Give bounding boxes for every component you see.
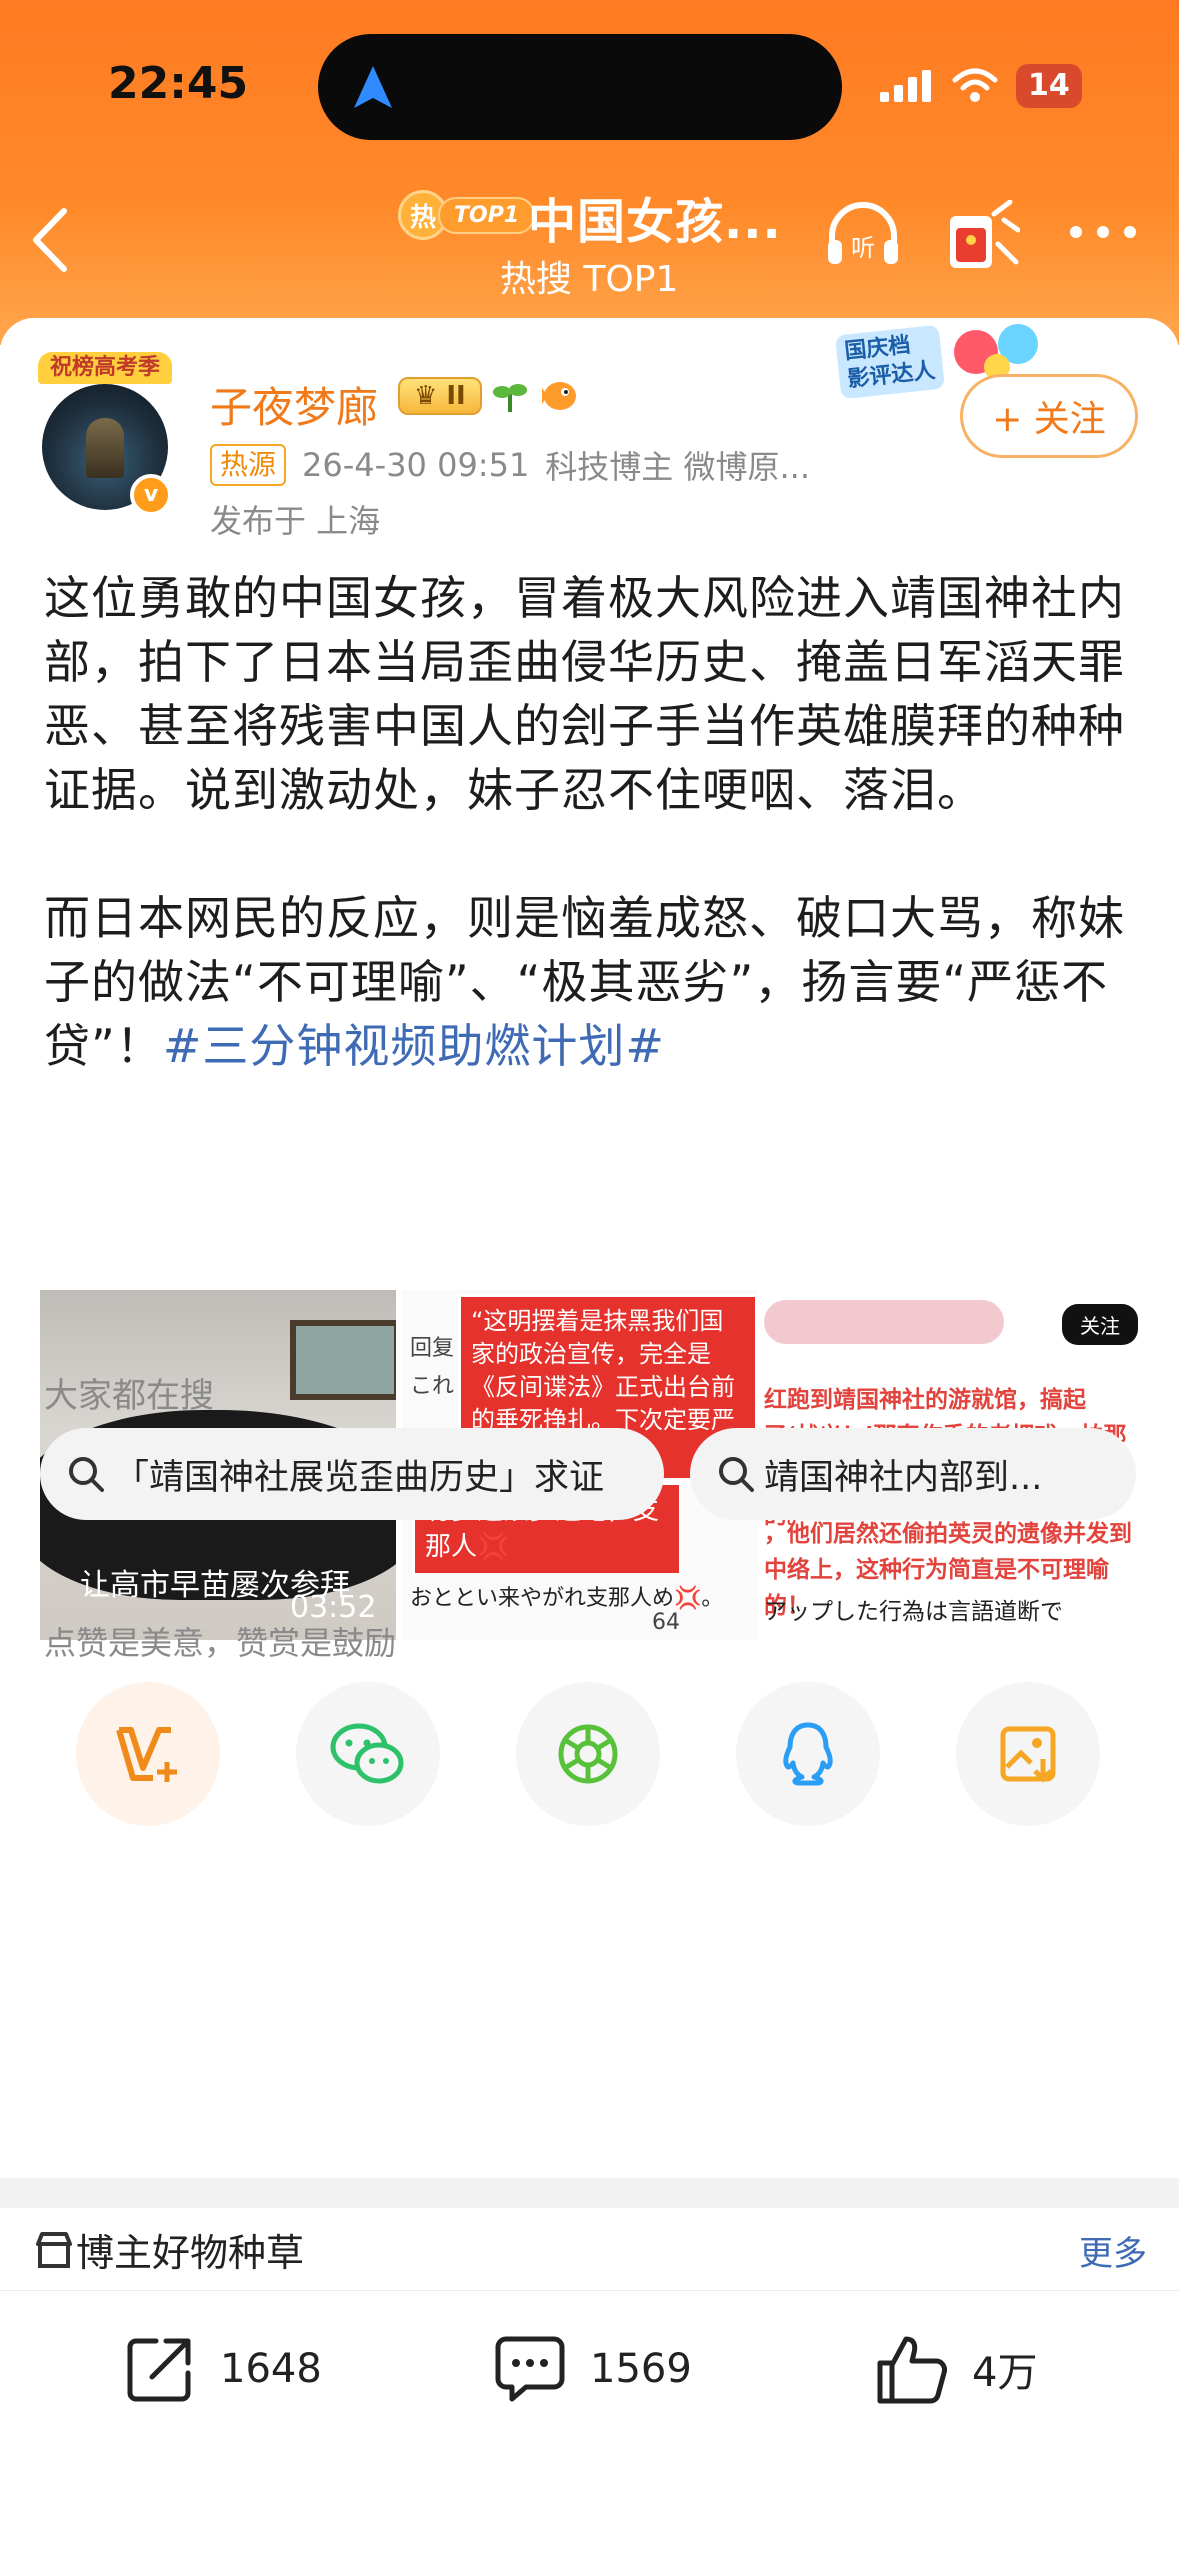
top-header: 22:45 14 热 TOP1 中国女孩... 热搜 TOP1 听 [0, 0, 1179, 345]
back-arrow-icon[interactable] [30, 205, 70, 275]
post-body: 这位勇敢的中国女孩，冒着极大风险进入靖国神社内部，拍下了日本当局歪曲侵华历史、掩… [44, 566, 1144, 1142]
svg-text:听: 听 [851, 234, 875, 262]
search-chip-label: 「靖国神社展览歪曲历史」求证 [114, 1457, 605, 1498]
author-role: 科技博主 微博原... [545, 448, 810, 486]
reward-encourage-text: 点赞是美意，赞赏是鼓励 [44, 1624, 397, 1662]
save-image-button[interactable] [956, 1682, 1100, 1826]
post-paragraph-1: 这位勇敢的中国女孩，冒着极大风险进入靖国神社内部，拍下了日本当局歪曲侵华历史、掩… [44, 571, 1125, 817]
page-title[interactable]: 中国女孩... [528, 182, 782, 252]
post-card: 祝榜高考季 v 子夜梦廊 ♛ II 热源 26-4-30 09:51 科技博主 … [0, 318, 1179, 2178]
publish-location: 发布于 上海 [210, 502, 381, 540]
goods-more-link[interactable]: 更多 [1079, 2226, 1147, 2275]
page-subtitle: 热搜 TOP1 [500, 259, 679, 300]
cellular-signal-icon [880, 70, 931, 102]
bottom-action-bar: 1648 1569 4万 [0, 2290, 1179, 2556]
wechat-icon [330, 1723, 404, 1784]
reward-button[interactable] [76, 1682, 220, 1826]
like-count: 4万 [972, 2350, 1038, 2396]
hot-source-tag[interactable]: 热源 [210, 444, 287, 486]
search-chip-label: 靖国神社内部到... [764, 1457, 1043, 1498]
vip-crown-icon: ♛ II [398, 377, 482, 415]
img2-japanese-text: おととい来やがれ支那人め💢。 [410, 1586, 724, 1611]
share-qq-button[interactable] [736, 1682, 880, 1826]
hot-search-badge: 热 TOP1 [398, 190, 536, 240]
moments-icon [558, 1724, 618, 1784]
share-row [76, 1682, 1106, 1832]
share-wechat-button[interactable] [296, 1682, 440, 1826]
author-username[interactable]: 子夜梦廊 [210, 374, 378, 435]
listen-headphone-icon[interactable]: 听 [822, 200, 904, 270]
search-icon [69, 1457, 104, 1492]
search-chip-1[interactable]: 「靖国神社展览歪曲历史」求证 [40, 1428, 664, 1520]
blogger-goods-section[interactable]: 博主好物种草 更多 [0, 2208, 1179, 2288]
search-icon [719, 1457, 754, 1492]
comment-icon [495, 2336, 565, 2402]
status-icons: 14 [878, 64, 1082, 108]
comment-count: 1569 [590, 2346, 692, 2392]
qq-icon [783, 1722, 833, 1786]
repost-count: 1648 [220, 2346, 322, 2392]
more-options-icon[interactable] [1068, 222, 1138, 242]
post-meta: 热源 26-4-30 09:51 科技博主 微博原... [210, 442, 810, 488]
save-image-icon [1000, 1726, 1056, 1783]
section-divider [0, 2178, 1179, 2208]
img3-japanese-text: アップした行為は言語道断で [764, 1599, 1063, 1625]
status-time: 22:45 [108, 58, 249, 109]
navigation-arrow-icon [354, 66, 392, 108]
shop-icon [36, 2232, 72, 2268]
vip-level: II [446, 381, 466, 411]
wall-painting [290, 1320, 396, 1400]
goods-title: 博主好物种草 [76, 2231, 305, 2275]
like-button[interactable]: 4万 [874, 2331, 1037, 2407]
red-packet-share-icon[interactable] [946, 200, 1020, 274]
hashtag-link[interactable]: #三分钟视频助燃计划# [163, 1019, 665, 1073]
img2-bg-text-2: これ [410, 1374, 455, 1399]
sticker-label: 国庆档 影评达人 [834, 324, 946, 400]
fish-icon [541, 382, 576, 410]
sprout-icon [492, 384, 527, 412]
repost-button[interactable]: 1648 [122, 2331, 322, 2407]
thumbs-up-icon [877, 2336, 947, 2404]
comment-button[interactable]: 1569 [492, 2331, 692, 2407]
trending-searches-title: 大家都在搜 [44, 1376, 214, 1416]
avatar-frame-banner: 祝榜高考季 [38, 352, 172, 384]
post-datetime: 26-4-30 09:51 [302, 446, 530, 484]
wifi-icon [952, 68, 998, 102]
img2-bg-text-1: 回复 [410, 1336, 455, 1361]
img3-header-bar [764, 1300, 1004, 1344]
battery-indicator: 14 [1016, 64, 1082, 108]
img2-stat: 64 [652, 1610, 680, 1635]
search-chip-2[interactable]: 靖国神社内部到... [690, 1428, 1136, 1520]
repost-icon [127, 2338, 191, 2402]
post-paragraph-2: 而日本网民的反应，则是恼羞成怒、破口大骂，称妹子的做法“不可理喻”、“极其恶劣”… [44, 886, 1144, 1078]
vip-badges: ♛ II [398, 376, 582, 416]
reward-icon [116, 1727, 177, 1782]
share-moments-button[interactable] [516, 1682, 660, 1826]
dynamic-island [318, 34, 842, 140]
verified-badge-icon: v [130, 474, 172, 516]
follow-button[interactable]: + 关注 [960, 374, 1138, 458]
top-badge-label: TOP1 [438, 196, 536, 234]
author-avatar[interactable]: 祝榜高考季 v [38, 346, 172, 516]
img3-follow-label: 关注 [1062, 1304, 1138, 1345]
